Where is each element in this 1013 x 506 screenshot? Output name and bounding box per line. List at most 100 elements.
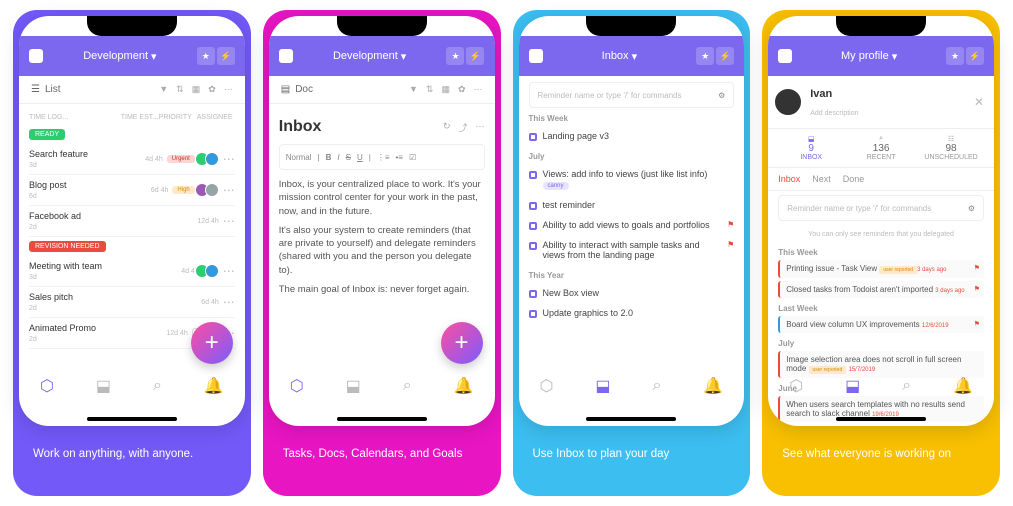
tab-home-icon[interactable]: ⬡ — [40, 376, 54, 396]
checkbox-icon[interactable] — [529, 171, 537, 179]
tab-home-icon[interactable]: ⬡ — [539, 376, 553, 396]
doc-title[interactable]: Inbox — [279, 110, 322, 144]
stat-recent[interactable]: ⌕ 136RECENT — [848, 135, 914, 161]
bold-icon[interactable]: B — [326, 153, 332, 162]
list-item[interactable]: Landing page v3 — [529, 126, 735, 146]
list-item[interactable]: Ability to add views to goals and portfo… — [529, 215, 735, 235]
bolt-icon[interactable]: ⚡ — [217, 47, 235, 65]
fab-add-button[interactable]: + — [191, 322, 233, 364]
checkbox-icon[interactable] — [529, 202, 537, 210]
flag-icon[interactable]: ⚑ — [974, 285, 980, 293]
star-icon[interactable]: ★ — [946, 47, 964, 65]
settings-icon[interactable]: ✿ — [208, 84, 216, 95]
filter-icon[interactable]: ▼ — [159, 84, 168, 95]
logo-icon[interactable]: ◆ — [778, 49, 792, 63]
tab-notif-icon[interactable]: 🔔 — [953, 376, 973, 396]
tab-notif-icon[interactable]: 🔔 — [454, 376, 474, 396]
italic-icon[interactable]: I — [337, 153, 339, 162]
search-input[interactable]: Reminder name or type '/' for commands⚙ — [529, 82, 735, 108]
list-item[interactable]: New Box view — [529, 283, 735, 303]
header-title[interactable]: My profile ▾ — [841, 50, 897, 63]
status-ready[interactable]: READY — [29, 129, 65, 140]
tab-home-icon[interactable]: ⬡ — [290, 376, 304, 396]
star-icon[interactable]: ★ — [696, 47, 714, 65]
sort-icon[interactable]: ⇅ — [176, 84, 184, 95]
sort-icon[interactable]: ⇅ — [426, 84, 434, 95]
bolt-icon[interactable]: ⚡ — [966, 47, 984, 65]
row-more-icon[interactable]: ⋯ — [223, 183, 235, 197]
tab-search-icon[interactable]: ⌕ — [902, 377, 911, 395]
list-item[interactable]: test reminder — [529, 195, 735, 215]
settings-icon[interactable]: ✿ — [458, 84, 466, 95]
logo-icon[interactable]: ◆ — [529, 49, 543, 63]
gear-icon[interactable]: ⚙ — [968, 204, 975, 213]
list-ol-icon[interactable]: ⋮≡ — [377, 153, 390, 162]
list-item[interactable]: Printing issue - Task View user reported… — [778, 260, 984, 278]
tab-next[interactable]: Next — [812, 174, 831, 184]
checkbox-icon[interactable] — [529, 310, 537, 318]
row-more-icon[interactable]: ⋯ — [223, 214, 235, 228]
checkbox-icon[interactable] — [529, 242, 537, 250]
underline-icon[interactable]: U — [357, 153, 363, 162]
list-item[interactable]: Board view column UX improvements 12/6/2… — [778, 316, 984, 333]
row-more-icon[interactable]: ⋯ — [223, 152, 235, 166]
list-item[interactable]: Ability to interact with sample tasks an… — [529, 235, 735, 265]
refresh-icon[interactable]: ↻ — [443, 121, 451, 134]
share-icon[interactable]: ⤴ — [458, 121, 467, 134]
header-title[interactable]: Development ▾ — [83, 50, 156, 63]
close-icon[interactable]: ✕ — [974, 95, 984, 109]
tab-inbox-icon[interactable]: ⬓ — [845, 376, 860, 396]
view-label[interactable]: ☰ List — [31, 84, 61, 95]
tab-inbox[interactable]: Inbox — [778, 174, 800, 184]
tab-inbox-icon[interactable]: ⬓ — [595, 376, 610, 396]
checkbox-icon[interactable] — [529, 222, 537, 230]
star-icon[interactable]: ★ — [197, 47, 215, 65]
flag-icon[interactable]: ⚑ — [727, 220, 734, 229]
list-item[interactable]: Update graphics to 2.0 — [529, 303, 735, 323]
doc-toolbar[interactable]: Normal| B I S U| ⋮≡ •≡ ☑ — [279, 144, 485, 170]
group-icon[interactable]: ▦ — [192, 84, 201, 95]
tab-done[interactable]: Done — [843, 174, 865, 184]
more-icon[interactable]: ⋯ — [474, 84, 483, 95]
checkbox-icon[interactable] — [529, 133, 537, 141]
group-icon[interactable]: ▦ — [441, 84, 450, 95]
flag-icon[interactable]: ⚑ — [727, 240, 734, 249]
tab-home-icon[interactable]: ⬡ — [789, 376, 803, 396]
task-row[interactable]: Meeting with team3d4d 4h⋯ — [29, 256, 235, 287]
view-label[interactable]: ▤ Doc — [281, 84, 313, 95]
avatar[interactable] — [205, 264, 219, 278]
row-more-icon[interactable]: ⋯ — [223, 295, 235, 309]
task-row[interactable]: Facebook ad2d12d 4h⋯ — [29, 206, 235, 237]
list-ul-icon[interactable]: •≡ — [396, 153, 403, 162]
avatar[interactable] — [205, 183, 219, 197]
tab-inbox-icon[interactable]: ⬓ — [96, 376, 111, 396]
strike-icon[interactable]: S — [346, 153, 351, 162]
checkbox-icon[interactable] — [529, 290, 537, 298]
avatar[interactable] — [205, 152, 219, 166]
tab-notif-icon[interactable]: 🔔 — [204, 376, 224, 396]
tab-search-icon[interactable]: ⌕ — [403, 377, 412, 395]
tab-search-icon[interactable]: ⌕ — [153, 377, 162, 395]
stat-inbox[interactable]: ⬓ 9INBOX — [778, 135, 844, 161]
doc-more-icon[interactable]: ⋯ — [476, 121, 485, 134]
flag-icon[interactable]: ⚑ — [974, 320, 980, 328]
row-more-icon[interactable]: ⋯ — [223, 264, 235, 278]
bolt-icon[interactable]: ⚡ — [466, 47, 484, 65]
header-title[interactable]: Development ▾ — [333, 50, 406, 63]
search-input[interactable]: Reminder name or type '/' for commands⚙ — [778, 195, 984, 221]
task-row[interactable]: Sales pitch2d6d 4h⋯ — [29, 287, 235, 318]
logo-icon[interactable]: ◆ — [279, 49, 293, 63]
profile-desc[interactable]: Add description — [810, 110, 858, 117]
list-item[interactable]: Closed tasks from Todoist aren't importe… — [778, 281, 984, 298]
task-row[interactable]: Blog post6d6d 4hHigh⋯ — [29, 175, 235, 206]
logo-icon[interactable]: ◆ — [29, 49, 43, 63]
more-icon[interactable]: ⋯ — [224, 84, 233, 95]
bolt-icon[interactable]: ⚡ — [716, 47, 734, 65]
fab-add-button[interactable]: + — [441, 322, 483, 364]
task-row[interactable]: Search feature3d4d 4hUrgent⋯ — [29, 144, 235, 175]
tab-inbox-icon[interactable]: ⬓ — [346, 376, 361, 396]
list-check-icon[interactable]: ☑ — [409, 153, 416, 162]
stat-unscheduled[interactable]: ☷ 98UNSCHEDULED — [918, 135, 984, 161]
header-title[interactable]: Inbox ▾ — [602, 50, 637, 63]
tab-search-icon[interactable]: ⌕ — [652, 377, 661, 395]
